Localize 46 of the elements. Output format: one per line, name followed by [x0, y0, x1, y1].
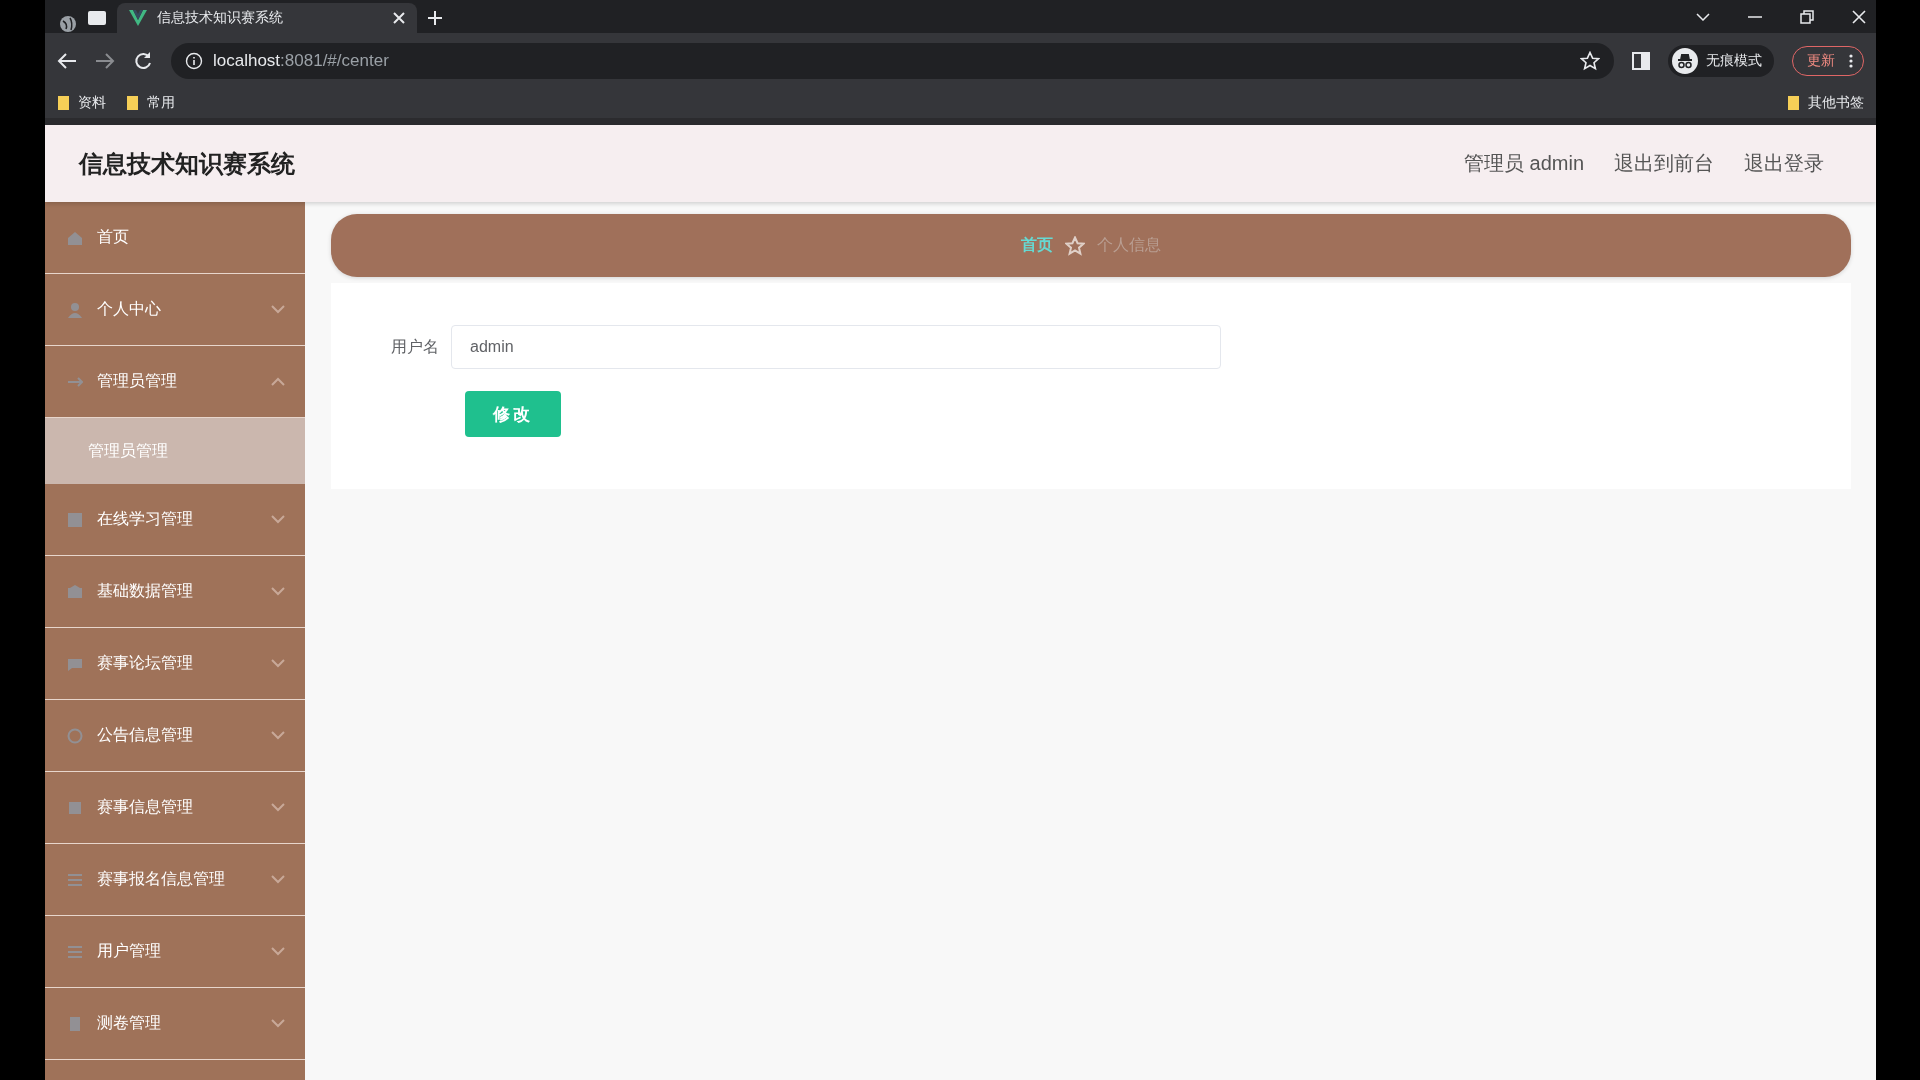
input-field[interactable]: admin [451, 325, 1221, 369]
restore-icon[interactable] [1800, 9, 1814, 24]
bookmark[interactable]: 其他书签 [1787, 94, 1864, 112]
header-link[interactable]: 退出登录 [1744, 150, 1824, 177]
menu-icon [67, 511, 83, 528]
close-icon[interactable] [393, 12, 405, 24]
star-icon [1065, 235, 1085, 256]
v-logo-icon [129, 10, 147, 26]
close-icon[interactable] [1852, 9, 1866, 24]
folder-icon [57, 95, 70, 111]
menu-icon [67, 229, 83, 246]
folder-icon [1787, 95, 1800, 111]
folder-icon [126, 95, 139, 111]
menu-icon [67, 583, 83, 600]
bookmark[interactable]: 资料 [57, 94, 106, 112]
app-title: 信息技术知识赛系统 [79, 148, 295, 179]
menu-icon [67, 1015, 83, 1032]
tab-title: 信息技术知识赛系统 [157, 9, 284, 27]
window-icon[interactable] [87, 10, 107, 26]
forward-icon[interactable] [95, 51, 115, 70]
back-icon[interactable] [57, 51, 77, 70]
chevron-down-icon[interactable] [1696, 12, 1710, 21]
globe-icon[interactable] [59, 15, 77, 33]
menu-icon [67, 943, 83, 960]
menu-icon [67, 799, 83, 816]
url-text: localhost:8081/#/center [213, 50, 389, 71]
incognito-badge[interactable]: 无痕模式 [1668, 44, 1774, 77]
more-icon [1849, 53, 1853, 68]
field-label: 用户名 [391, 336, 437, 357]
star-icon[interactable] [1580, 50, 1600, 71]
incognito-icon [1672, 47, 1698, 74]
user-label: 管理员 admin [1463, 151, 1584, 176]
address-bar[interactable]: localhost:8081/#/center [171, 42, 1614, 79]
menu-icon [67, 871, 83, 888]
header-link[interactable]: 退出到前台 [1614, 150, 1714, 177]
side-panel-icon[interactable] [1632, 51, 1650, 70]
info-icon [185, 51, 203, 70]
menu-icon [67, 727, 83, 744]
bookmark[interactable]: 常用 [126, 94, 175, 112]
new-tab-icon[interactable] [427, 10, 443, 26]
breadcrumb-link[interactable]: 首页 [1021, 235, 1053, 256]
minimize-icon[interactable] [1748, 15, 1762, 18]
menu-icon [67, 301, 83, 318]
browser-tab[interactable]: 信息技术知识赛系统 [117, 3, 417, 33]
edit-button[interactable]: 修改 [465, 391, 561, 437]
reload-icon[interactable] [133, 50, 153, 71]
